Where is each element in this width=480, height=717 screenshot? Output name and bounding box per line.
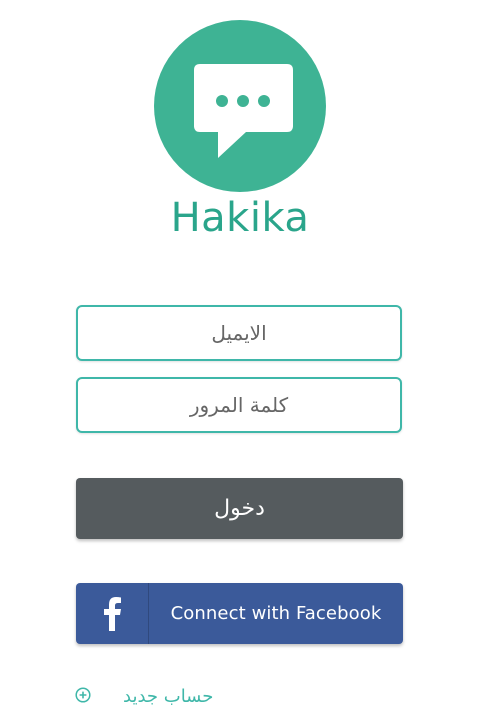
app-name: Hakika	[170, 195, 310, 241]
plus-circle-icon	[75, 687, 91, 703]
facebook-button-label: Connect with Facebook	[170, 603, 382, 624]
connect-facebook-button[interactable]: Connect with Facebook	[76, 583, 403, 644]
facebook-icon-container	[76, 583, 149, 644]
new-account-label[interactable]: حساب جديد	[123, 684, 213, 710]
app-logo	[154, 20, 326, 192]
password-input[interactable]	[78, 379, 400, 431]
new-account-link[interactable]: حساب جديد	[75, 684, 275, 710]
email-input[interactable]	[78, 307, 400, 359]
email-field[interactable]	[76, 305, 402, 361]
password-field[interactable]	[76, 377, 402, 433]
chat-bubble-icon	[194, 64, 293, 158]
facebook-f-icon	[104, 597, 121, 631]
login-button[interactable]: دخول	[76, 478, 403, 539]
